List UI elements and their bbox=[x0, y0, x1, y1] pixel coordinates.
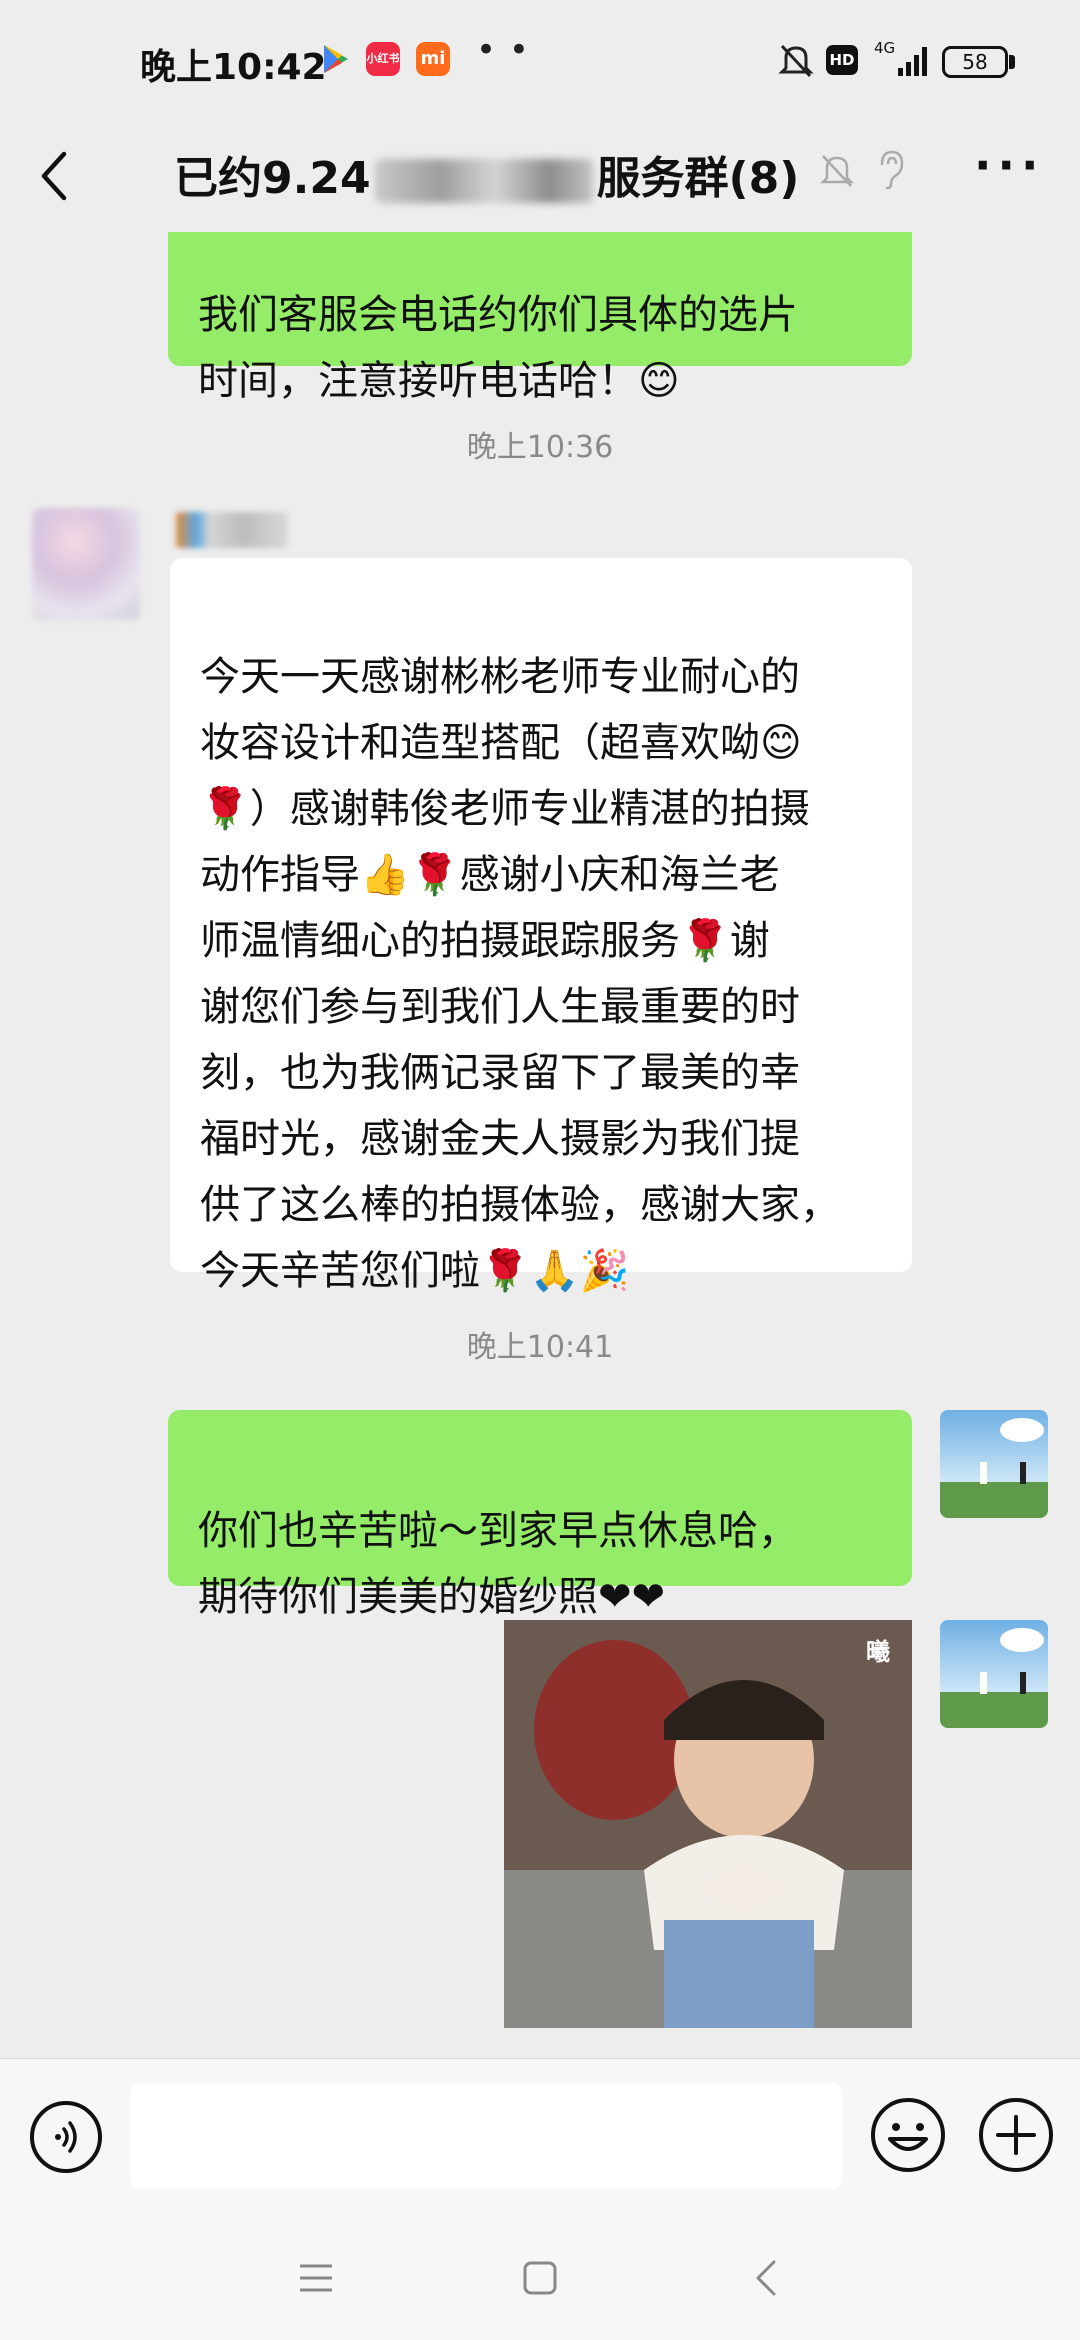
chat-title: 已约9.24 服务群(8) bbox=[174, 142, 799, 206]
message-text: 我们客服会电话约你们具体的选片 时间，注意接听电话哈！😊 bbox=[198, 292, 798, 404]
sender-avatar[interactable] bbox=[32, 508, 140, 620]
back-icon[interactable] bbox=[32, 140, 74, 212]
redbook-icon: 小红书 bbox=[366, 42, 400, 76]
ear-icon bbox=[880, 150, 904, 190]
hd-badge: HD bbox=[826, 45, 858, 75]
status-time: 晚上10:42 bbox=[140, 47, 327, 88]
my-avatar[interactable] bbox=[940, 1410, 1048, 1518]
my-avatar[interactable] bbox=[940, 1620, 1048, 1728]
message-bubble-sent[interactable]: 你们也辛苦啦～到家早点休息哈， 期待你们美美的婚纱照❤❤ bbox=[168, 1410, 912, 1620]
mi-icon: mi bbox=[416, 42, 450, 76]
more-options-icon[interactable]: ··· bbox=[974, 138, 1044, 192]
emoji-icon[interactable] bbox=[868, 2095, 948, 2175]
plus-icon[interactable] bbox=[976, 2095, 1056, 2175]
message-bubble-sent[interactable]: 我们客服会电话约你们具体的选片 时间，注意接听电话哈！😊 bbox=[168, 232, 912, 404]
timestamp: 晚上10:36 bbox=[466, 430, 614, 465]
system-back-icon[interactable] bbox=[738, 2248, 798, 2308]
home-icon[interactable] bbox=[510, 2248, 570, 2308]
sender-name-redacted bbox=[176, 512, 288, 548]
message-text: 今天一天感谢彬彬老师专业耐心的 妆容设计和造型搭配（超喜欢呦😊 🌹）感谢韩俊老师… bbox=[200, 654, 840, 1294]
sticker-watermark: 曦 bbox=[866, 1638, 890, 1666]
mute-bell-icon bbox=[819, 155, 855, 187]
input-bar bbox=[0, 2058, 1080, 2210]
system-nav-bar bbox=[0, 2210, 1080, 2340]
message-input[interactable] bbox=[130, 2083, 842, 2189]
play-store-icon bbox=[324, 45, 348, 73]
status-bar: 晚上10:42 小红书 mi • • HD 4G 58 bbox=[0, 0, 1080, 124]
timestamp: 晚上10:41 bbox=[466, 1330, 614, 1365]
chat-title-prefix: 已约9.24 bbox=[174, 153, 371, 204]
voice-input-icon[interactable] bbox=[28, 2099, 104, 2175]
chat-title-suffix: 服务群(8) bbox=[596, 153, 800, 204]
battery-icon: 58 bbox=[942, 46, 1008, 78]
menu-icon[interactable] bbox=[286, 2248, 346, 2308]
bell-off-icon bbox=[778, 44, 814, 78]
status-more-icon: • • bbox=[476, 30, 530, 70]
message-text: 你们也辛苦啦～到家早点休息哈， 期待你们美美的婚纱照❤❤ bbox=[198, 1508, 798, 1620]
sticker-image[interactable]: 曦 bbox=[504, 1620, 912, 2028]
redacted-text bbox=[374, 159, 593, 203]
signal-icon bbox=[898, 47, 927, 76]
message-list[interactable]: 我们客服会电话约你们具体的选片 时间，注意接听电话哈！😊 晚上10:36 今天一… bbox=[0, 232, 1080, 2058]
chat-header: 已约9.24 服务群(8) ··· bbox=[0, 124, 1080, 232]
toddler-sticker-illustration bbox=[504, 1620, 912, 2028]
battery-tip bbox=[1009, 55, 1015, 69]
message-bubble-received[interactable]: 今天一天感谢彬彬老师专业耐心的 妆容设计和造型搭配（超喜欢呦😊 🌹）感谢韩俊老师… bbox=[170, 558, 912, 1294]
